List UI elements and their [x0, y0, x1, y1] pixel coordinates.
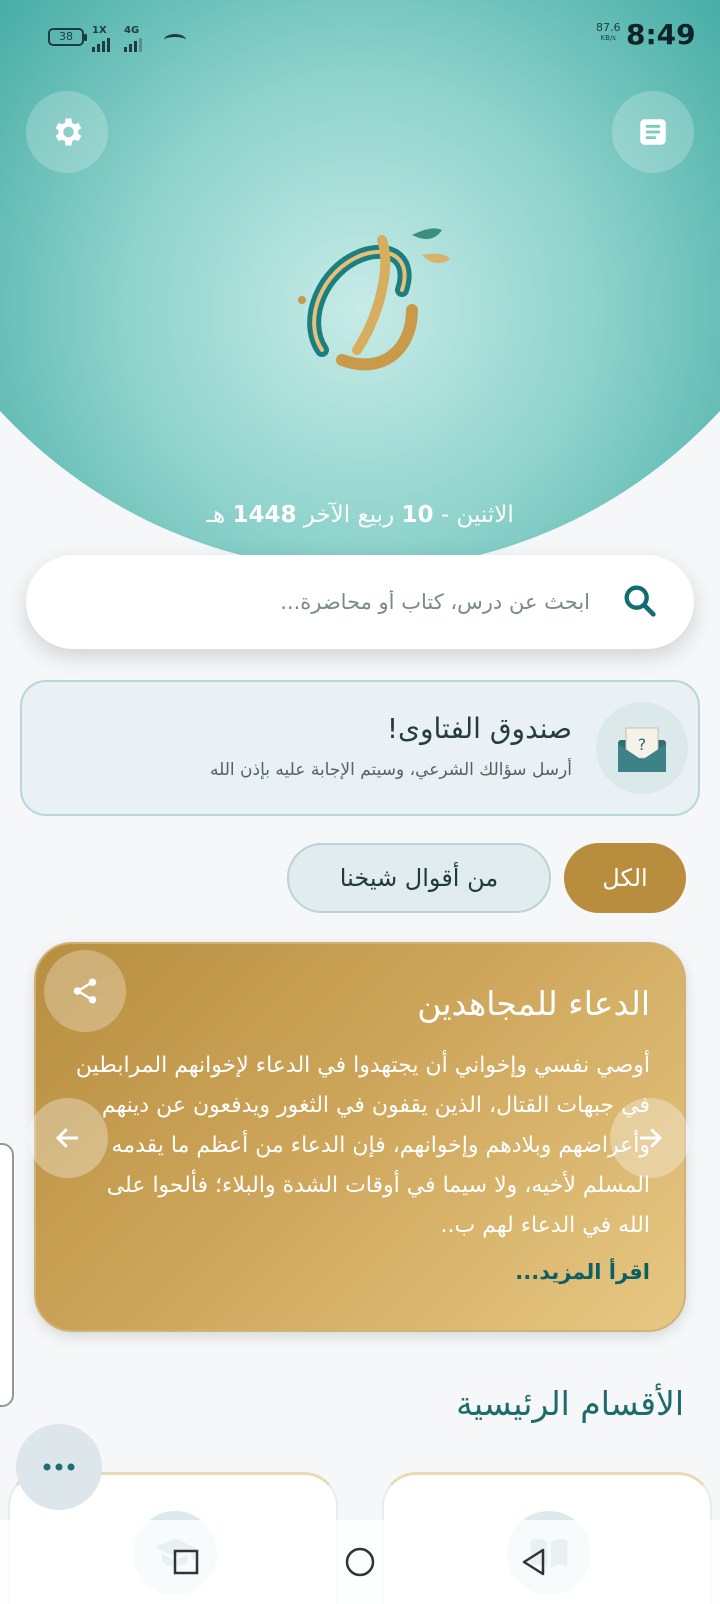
quote-card[interactable]: الدعاء للمجاهدين أوصي نفسي وإخواني أن يج… — [34, 942, 686, 1332]
circle-icon — [345, 1547, 375, 1577]
clock: 8:49 — [626, 18, 696, 51]
search-icon[interactable] — [620, 581, 660, 621]
previous-button[interactable] — [28, 1098, 108, 1178]
document-list-icon — [640, 119, 666, 145]
back-button[interactable] — [510, 1538, 558, 1586]
hijri-date: الاثنين - 10 ربيع الآخر 1448 هـ — [0, 502, 720, 528]
next-button[interactable] — [610, 1098, 690, 1178]
svg-text:?: ? — [638, 735, 647, 754]
network-speed: 87.6 KB/s — [596, 22, 621, 44]
date-year: 1448 — [232, 502, 297, 528]
envelope-question-icon: ? — [596, 702, 688, 794]
date-era: هـ — [206, 502, 226, 528]
square-icon — [173, 1549, 199, 1575]
more-button[interactable] — [16, 1424, 102, 1510]
date-day-number: 10 — [401, 502, 434, 528]
fatwa-title: صندوق الفتاوى! — [386, 712, 572, 745]
more-dots-icon — [43, 1463, 75, 1471]
system-navigation-bar — [0, 1520, 720, 1604]
menu-button[interactable] — [612, 91, 694, 173]
triangle-back-icon — [522, 1548, 545, 1576]
arrow-right-icon — [640, 1128, 663, 1148]
status-bar: 38 1X 4G 87.6 KB/s 8:49 — [0, 0, 720, 70]
side-drawer-handle[interactable] — [0, 1143, 14, 1407]
search-input[interactable] — [130, 584, 590, 620]
fatwa-box-card[interactable]: ? صندوق الفتاوى! أرسل سؤالك الشرعي، وسيت… — [20, 680, 700, 816]
speed-unit: KB/s — [600, 34, 616, 42]
quote-body: أوصي نفسي وإخواني أن يجتهدوا في الدعاء ل… — [75, 1053, 650, 1238]
fatwa-subtitle: أرسل سؤالك الشرعي، وسيتم الإجابة عليه بإ… — [210, 760, 572, 780]
date-month: ربيع الآخر — [303, 502, 395, 528]
wifi-icon — [164, 34, 186, 46]
settings-button[interactable] — [26, 91, 108, 173]
filter-chip-all[interactable]: الكل — [564, 843, 686, 913]
gear-icon — [55, 118, 82, 146]
share-icon — [73, 978, 97, 1004]
app-logo — [262, 200, 462, 400]
read-more-link[interactable]: اقرأ المزيد... — [515, 1260, 650, 1284]
search-bar[interactable] — [26, 555, 694, 649]
date-day: الاثنين - — [440, 502, 514, 528]
signal-icon-2 — [124, 33, 144, 52]
recents-button[interactable] — [162, 1538, 210, 1586]
arrow-left-icon — [55, 1128, 78, 1148]
battery-icon: 38 — [48, 28, 87, 46]
home-button[interactable] — [336, 1538, 384, 1586]
signal-icon — [92, 33, 112, 52]
filter-chip-sayings[interactable]: من أقوال شيخنا — [287, 843, 551, 913]
app-screen: 38 1X 4G 87.6 KB/s 8:49 الاثنين - 10 ربيع… — [0, 0, 720, 1604]
main-sections-title: الأقسام الرئيسية — [456, 1384, 684, 1423]
quote-title: الدعاء للمجاهدين — [417, 984, 650, 1023]
share-button[interactable] — [44, 950, 126, 1032]
